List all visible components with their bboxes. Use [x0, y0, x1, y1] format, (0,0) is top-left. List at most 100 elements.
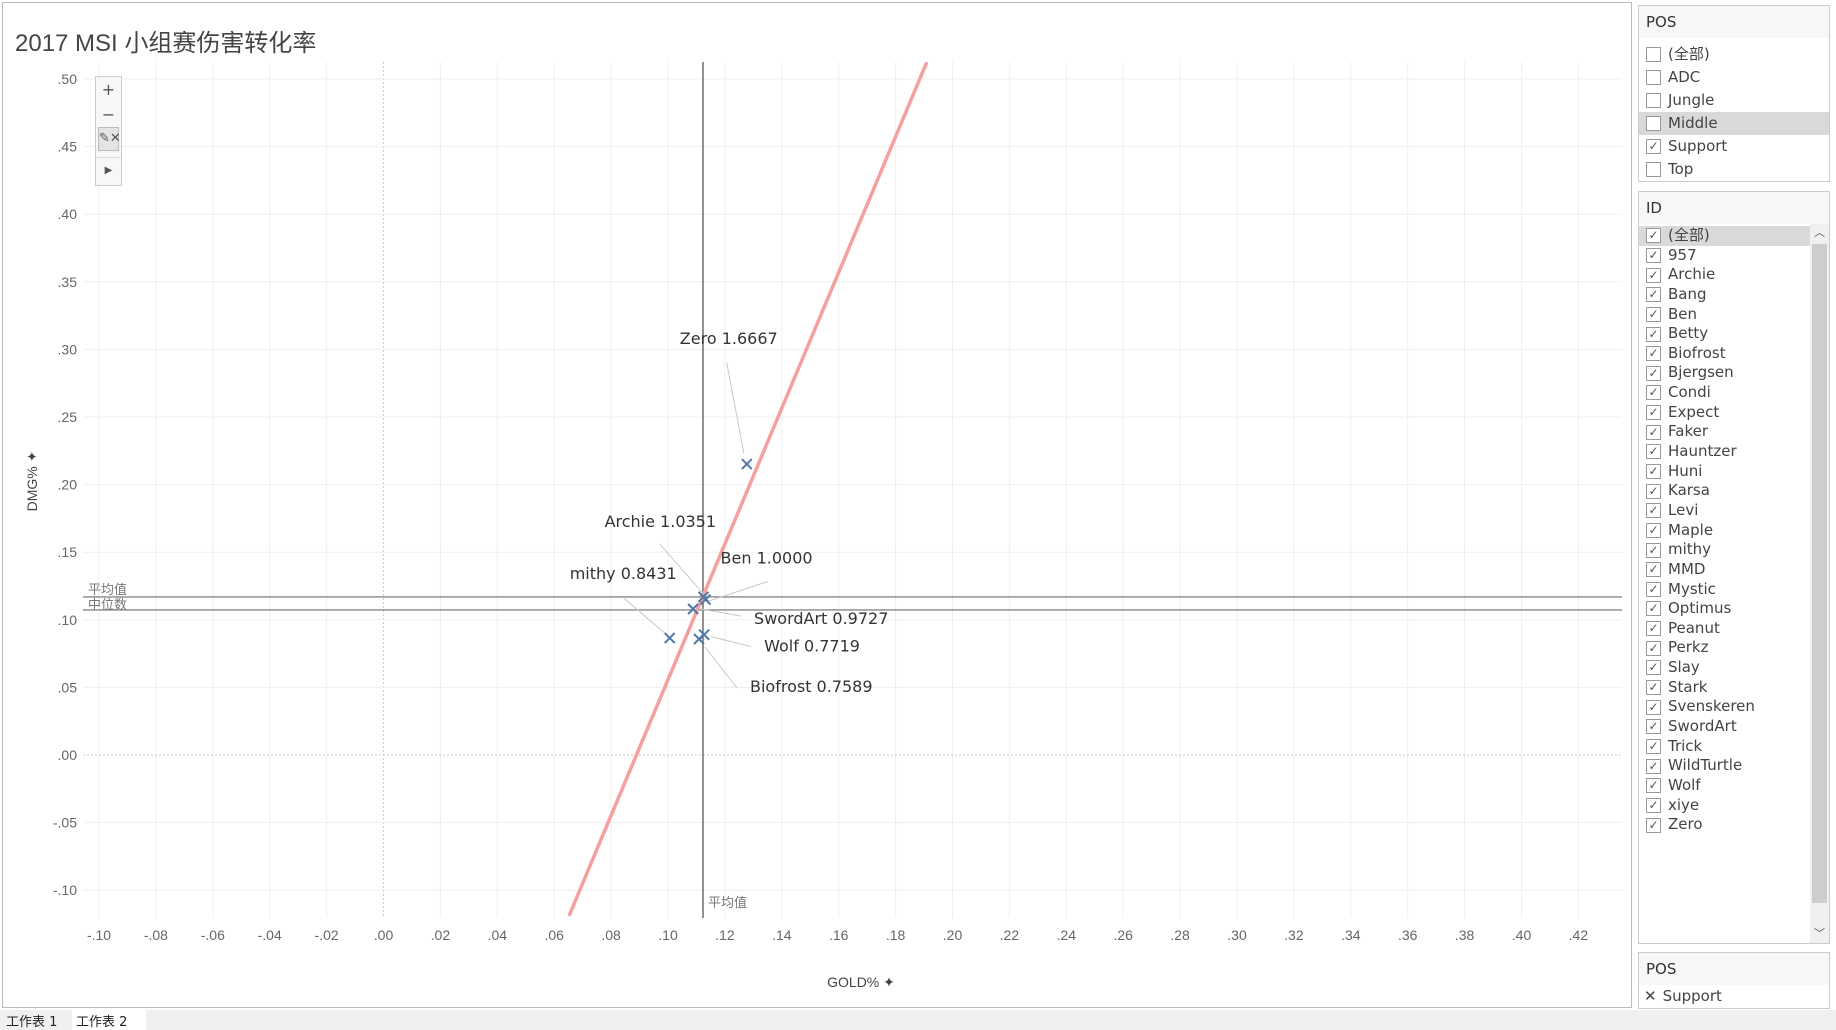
x-tick-label: .18: [886, 927, 906, 943]
id-filter-label: Maple: [1668, 520, 1714, 539]
x-tick-label: -.08: [144, 927, 168, 943]
point-label: mithy 0.8431: [570, 564, 677, 583]
y-tick-label: .35: [58, 274, 78, 290]
x-mark-icon: ✕: [1644, 987, 1657, 1005]
pos-filter-item[interactable]: (全部): [1639, 43, 1829, 66]
id-filter-item[interactable]: ✓ Biofrost: [1639, 344, 1810, 364]
id-filter-item[interactable]: ✓ Bjergsen: [1639, 363, 1810, 383]
checkbox[interactable]: ✓: [1646, 306, 1661, 322]
checkbox[interactable]: ✓: [1646, 522, 1661, 538]
tab-sheet-1[interactable]: 工作表 1: [2, 1010, 74, 1030]
scatter-plot[interactable]: -.10 -.08 -.06 -.04 -.02 .00 .02 .04 .06 .08 .10 .1…: [3, 3, 1633, 1009]
id-filter-label: Faker: [1668, 422, 1708, 441]
id-filter-item[interactable]: ✓ (全部): [1639, 226, 1810, 246]
checkbox[interactable]: ✓: [1646, 247, 1661, 263]
checkbox[interactable]: ✓: [1646, 542, 1661, 558]
checkbox[interactable]: ✓: [1646, 621, 1661, 637]
checkbox[interactable]: ✓: [1646, 139, 1661, 154]
checkbox[interactable]: [1646, 70, 1661, 85]
checkbox[interactable]: ✓: [1646, 719, 1661, 735]
id-filter-item[interactable]: ✓ Levi: [1639, 501, 1810, 521]
id-filter-item[interactable]: ✓ Slay: [1639, 658, 1810, 678]
checkbox[interactable]: ✓: [1646, 758, 1661, 774]
pos-filter-label: ADC: [1668, 68, 1701, 86]
pos-filter-item[interactable]: ✓ Support: [1639, 135, 1829, 158]
checkbox[interactable]: ✓: [1646, 503, 1661, 519]
checkbox[interactable]: ✓: [1646, 228, 1661, 244]
checkbox[interactable]: ✓: [1646, 464, 1661, 479]
checkbox[interactable]: ✓: [1646, 405, 1661, 421]
id-filter-label: Archie: [1668, 265, 1716, 284]
id-filter-item[interactable]: ✓ Faker: [1639, 422, 1810, 442]
id-filter-item[interactable]: ✓ Betty: [1639, 324, 1810, 344]
scroll-up-icon[interactable]: ︿: [1810, 224, 1829, 242]
checkbox[interactable]: [1646, 47, 1661, 62]
unpin-button[interactable]: ✎✕: [98, 127, 121, 151]
id-filter-item[interactable]: ✓ Svenskeren: [1639, 697, 1810, 717]
checkbox[interactable]: ✓: [1646, 817, 1661, 833]
id-filter-item[interactable]: ✓ Hauntzer: [1639, 442, 1810, 462]
zoom-out-button[interactable]: −: [96, 102, 121, 127]
id-filter-item[interactable]: ✓ Stark: [1639, 678, 1810, 698]
id-filter-item[interactable]: ✓ Maple: [1639, 521, 1810, 541]
id-filter-item[interactable]: ✓ mithy: [1639, 540, 1810, 560]
id-filter-item[interactable]: ✓ Trick: [1639, 737, 1810, 757]
id-filter-item[interactable]: ✓ Karsa: [1639, 481, 1810, 501]
checkbox[interactable]: ✓: [1646, 267, 1661, 283]
checkbox[interactable]: ✓: [1646, 562, 1661, 578]
pos-filter-item[interactable]: ADC: [1639, 66, 1829, 89]
pos-filter-item[interactable]: Middle: [1639, 112, 1829, 135]
id-filter-item[interactable]: ✓ WildTurtle: [1639, 756, 1810, 776]
checkbox[interactable]: ✓: [1646, 444, 1661, 460]
id-filter-item[interactable]: ✓ Condi: [1639, 383, 1810, 403]
checkbox[interactable]: ✓: [1646, 287, 1661, 303]
checkbox[interactable]: ✓: [1646, 699, 1661, 715]
id-filter-item[interactable]: ✓ Wolf: [1639, 776, 1810, 796]
id-filter-item[interactable]: ✓ MMD: [1639, 560, 1810, 580]
pos-filter-item[interactable]: Top: [1639, 158, 1829, 181]
id-filter-item[interactable]: ✓ Peanut: [1639, 619, 1810, 639]
tab-sheet-2[interactable]: 工作表 2: [72, 1010, 146, 1030]
pos-filter-item[interactable]: Jungle: [1639, 89, 1829, 112]
id-filter-item[interactable]: ✓ Huni: [1639, 462, 1810, 482]
checkbox[interactable]: ✓: [1646, 365, 1661, 381]
id-filter-item[interactable]: ✓ xiye: [1639, 796, 1810, 816]
id-filter-item[interactable]: ✓ Mystic: [1639, 580, 1810, 600]
id-filter-item[interactable]: ✓ Expect: [1639, 403, 1810, 423]
id-scrollbar[interactable]: ︿ ﹀: [1810, 224, 1829, 943]
checkbox[interactable]: ✓: [1646, 385, 1661, 401]
checkbox[interactable]: ✓: [1646, 346, 1661, 362]
id-filter-item[interactable]: ✓ Zero: [1639, 815, 1810, 835]
id-filter-item[interactable]: ✓ Perkz: [1639, 638, 1810, 658]
id-filter-item[interactable]: ✓ Optimus: [1639, 599, 1810, 619]
checkbox[interactable]: ✓: [1646, 660, 1661, 676]
scroll-thumb[interactable]: [1812, 244, 1827, 903]
checkbox[interactable]: ✓: [1646, 483, 1661, 499]
id-filter-item[interactable]: ✓ SwordArt: [1639, 717, 1810, 737]
checkbox[interactable]: ✓: [1646, 326, 1661, 342]
id-filter-item[interactable]: ✓ Archie: [1639, 265, 1810, 285]
id-filter-item[interactable]: ✓ Ben: [1639, 305, 1810, 325]
checkbox[interactable]: ✓: [1646, 680, 1661, 696]
sheet-tabs: 工作表 1 工作表 2: [0, 1010, 1836, 1030]
checkbox[interactable]: ✓: [1646, 424, 1661, 440]
x-tick-label: .26: [1113, 927, 1133, 943]
checkbox[interactable]: ✓: [1646, 640, 1661, 656]
checkbox[interactable]: ✓: [1646, 797, 1661, 813]
id-filter-item[interactable]: ✓ Bang: [1639, 285, 1810, 305]
checkbox[interactable]: [1646, 93, 1661, 108]
id-filter-item[interactable]: ✓ 957: [1639, 246, 1810, 266]
checkbox[interactable]: ✓: [1646, 778, 1661, 794]
checkbox[interactable]: [1646, 116, 1661, 131]
legend-item[interactable]: ✕ Support: [1639, 985, 1829, 1008]
zoom-in-button[interactable]: +: [96, 77, 121, 102]
checkbox[interactable]: ✓: [1646, 581, 1661, 597]
expand-toolbar-button[interactable]: ▶: [96, 157, 121, 183]
checkbox[interactable]: [1646, 162, 1661, 177]
data-point[interactable]: [741, 458, 753, 470]
scroll-down-icon[interactable]: ﹀: [1810, 925, 1829, 943]
checkbox[interactable]: ✓: [1646, 738, 1661, 754]
label-leader-line: [623, 597, 666, 634]
data-point[interactable]: [663, 632, 676, 644]
checkbox[interactable]: ✓: [1646, 601, 1661, 617]
